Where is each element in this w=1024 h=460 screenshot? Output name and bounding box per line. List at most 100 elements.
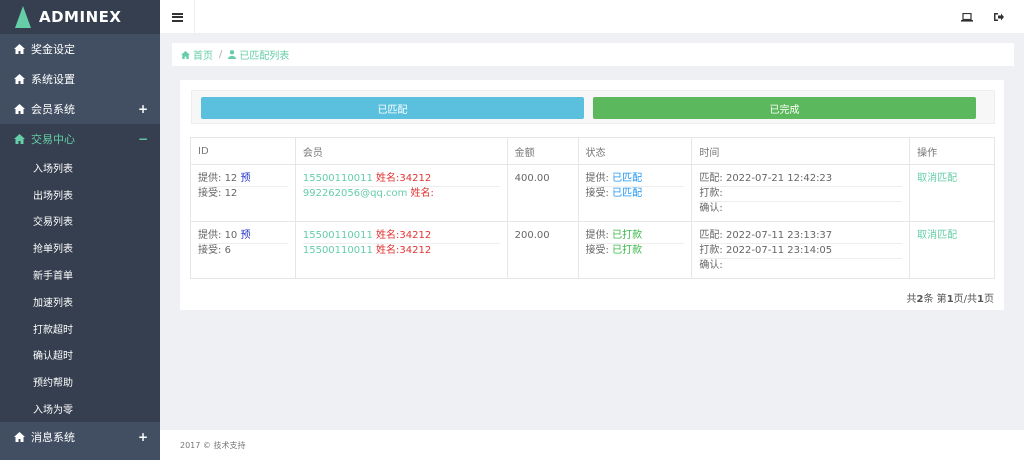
status-cell: 提供: 已打款 接受: 已打款 — [577, 221, 693, 279]
expand-plus-icon[interactable]: + — [138, 102, 148, 116]
matched-table: ID 会员 金额 状态 时间 操作 提供: 12 预 接受: 12 155001… — [190, 137, 995, 279]
submenu-item[interactable]: 入场列表 — [0, 154, 160, 181]
expand-plus-icon[interactable]: + — [138, 430, 148, 444]
column-header-member: 会员 — [294, 137, 508, 165]
logo-mark-icon — [12, 4, 34, 30]
provide-label: 提供: — [198, 230, 222, 241]
submenu-item[interactable]: 出场列表 — [0, 181, 160, 208]
logo-text: ADMINEX — [39, 8, 122, 26]
home-icon — [181, 50, 190, 59]
current-page: 1 — [946, 294, 954, 305]
sidebar-item-trade-center[interactable]: 交易中心 − — [0, 124, 160, 154]
status-label: 接受: — [585, 245, 609, 256]
home-icon — [13, 431, 25, 443]
pay-time-label: 打款: — [699, 245, 723, 256]
collapse-minus-icon[interactable]: − — [138, 132, 148, 146]
accept-id: 6 — [224, 245, 231, 256]
amount-cell: 400.00 — [506, 164, 579, 222]
logout-icon[interactable] — [991, 10, 1005, 24]
member-account: 15500110011 — [302, 230, 373, 241]
pagination-text: 条 第 — [923, 294, 947, 305]
sidebar: ADMINEX 奖金设定 系统设置 会员系统 + 交易中心 − 入场列表 出场列… — [0, 0, 160, 460]
sidebar-item-label: 交易中心 — [31, 133, 75, 146]
action-cell: 取消匹配 — [909, 164, 995, 222]
sidebar-item-bonus-settings[interactable]: 奖金设定 — [0, 34, 160, 64]
member-account: 15500110011 — [302, 245, 373, 256]
table-row: 提供: 10 预 接受: 6 15500110011 姓名:34212 1550… — [190, 221, 995, 279]
submenu-item[interactable]: 抢单列表 — [0, 234, 160, 261]
pay-time: 2022-07-11 23:14:05 — [725, 245, 833, 256]
laptop-icon[interactable] — [960, 10, 974, 24]
sidebar-item-member-system[interactable]: 会员系统 + — [0, 94, 160, 124]
pagination-summary: 共2条 第1页/共1页 — [907, 290, 994, 305]
trade-center-submenu: 入场列表 出场列表 交易列表 抢单列表 新手首单 加速列表 打款超时 确认超时 … — [0, 154, 160, 422]
submenu-item[interactable]: 交易列表 — [0, 208, 160, 235]
status-value: 已打款 — [612, 245, 643, 256]
provide-id: 10 — [224, 230, 238, 241]
copyright-text: 2017 © 技术支持 — [180, 440, 246, 450]
cancel-match-link[interactable]: 取消匹配 — [917, 173, 957, 184]
status-label: 接受: — [585, 188, 609, 199]
home-icon — [13, 43, 25, 55]
column-header-id: ID — [190, 137, 296, 165]
sidebar-item-label: 系统设置 — [31, 73, 75, 86]
breadcrumb-separator: / — [219, 49, 223, 60]
match-time: 2022-07-21 12:42:23 — [725, 173, 833, 184]
submenu-item[interactable]: 新手首单 — [0, 261, 160, 288]
member-name: 姓名:34212 — [376, 230, 432, 241]
filter-button-bar: 已匹配 已完成 — [191, 90, 995, 124]
member-account: 992262056@qq.com — [302, 188, 408, 199]
submenu-item[interactable]: 加速列表 — [0, 288, 160, 315]
sidebar-item-system-settings[interactable]: 系统设置 — [0, 64, 160, 94]
pay-time-label: 打款: — [699, 188, 723, 199]
pagination-text: 页/共 — [953, 294, 978, 305]
id-cell: 提供: 10 预 接受: 6 — [190, 221, 296, 279]
column-header-amount: 金额 — [506, 137, 579, 165]
sidebar-item-label: 消息系统 — [31, 430, 75, 444]
logo[interactable]: ADMINEX — [0, 0, 160, 34]
submenu-item[interactable]: 入场为零 — [0, 395, 160, 422]
top-header — [160, 0, 1024, 34]
accept-label: 接受: — [198, 245, 222, 256]
status-cell: 提供: 已匹配 接受: 已匹配 — [577, 164, 693, 222]
cancel-match-link[interactable]: 取消匹配 — [917, 230, 957, 241]
total-count: 2 — [916, 294, 924, 305]
member-name: 姓名:34212 — [376, 245, 432, 256]
pagination-text: 页 — [984, 294, 994, 305]
provide-label: 提供: — [198, 173, 222, 184]
completed-button[interactable]: 已完成 — [593, 97, 976, 119]
matched-list-panel: 已匹配 已完成 ID 会员 金额 状态 时间 操作 提供: 12 预 接受: 1… — [180, 80, 1004, 310]
submenu-item[interactable]: 预约帮助 — [0, 368, 160, 395]
member-cell: 15500110011 姓名:34212 15500110011 姓名:3421… — [294, 221, 508, 279]
member-cell: 15500110011 姓名:34212 992262056@qq.com 姓名… — [294, 164, 508, 222]
breadcrumb: 首页 / 已匹配列表 — [172, 43, 1014, 66]
submenu-item[interactable]: 确认超时 — [0, 342, 160, 369]
status-label: 提供: — [585, 230, 609, 241]
matched-button[interactable]: 已匹配 — [201, 97, 584, 119]
accept-id: 12 — [224, 188, 238, 199]
time-cell: 匹配: 2022-07-11 23:13:37 打款: 2022-07-11 2… — [691, 221, 911, 279]
home-icon — [13, 133, 25, 145]
member-name: 姓名:34212 — [376, 173, 432, 184]
status-label: 提供: — [585, 173, 609, 184]
pagination-text: 共 — [906, 294, 917, 305]
table-row: 提供: 12 预 接受: 12 15500110011 姓名:34212 992… — [190, 164, 995, 222]
amount-cell: 200.00 — [506, 221, 579, 279]
match-time: 2022-07-11 23:13:37 — [725, 230, 833, 241]
breadcrumb-home-link[interactable]: 首页 — [193, 47, 213, 62]
user-icon — [228, 50, 237, 59]
submenu-item[interactable]: 打款超时 — [0, 315, 160, 342]
column-header-time: 时间 — [691, 137, 911, 165]
provide-id: 12 — [224, 173, 238, 184]
column-header-action: 操作 — [909, 137, 995, 165]
confirm-time-label: 确认: — [699, 260, 723, 271]
sidebar-toggle-button[interactable] — [160, 0, 195, 34]
page-footer: 2017 © 技术支持 — [160, 430, 1024, 460]
sidebar-item-label: 奖金设定 — [31, 43, 75, 56]
accept-label: 接受: — [198, 188, 222, 199]
breadcrumb-current: 已匹配列表 — [239, 51, 290, 62]
sidebar-item-message-system[interactable]: 消息系统 + — [0, 422, 160, 452]
member-account: 15500110011 — [302, 173, 373, 184]
home-icon — [13, 103, 25, 115]
status-value: 已匹配 — [612, 188, 643, 199]
